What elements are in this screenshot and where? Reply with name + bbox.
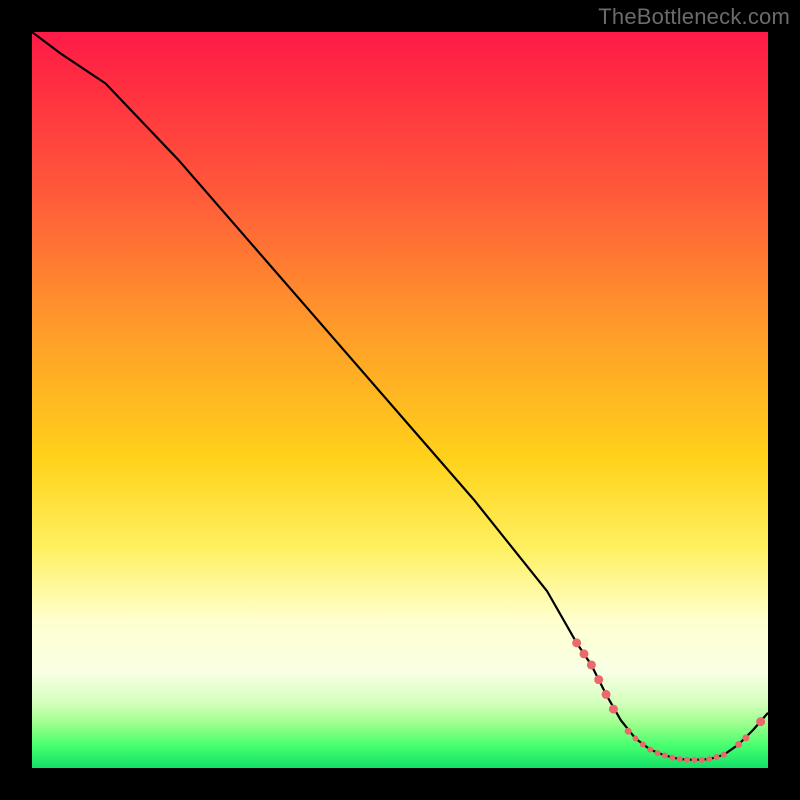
data-marker [594,675,603,684]
data-marker [647,747,653,753]
data-marker [625,728,632,735]
data-marker [572,638,581,647]
data-marker [735,741,742,748]
data-marker [699,757,705,763]
data-marker [742,734,749,741]
data-marker [633,736,639,742]
data-marker [602,690,611,699]
curve-svg [32,32,768,768]
data-marker [691,757,697,763]
marker-layer [572,638,765,763]
attribution-label: TheBottleneck.com [598,4,790,30]
data-marker [669,755,675,761]
data-marker [580,649,589,658]
data-marker [677,756,683,762]
plot-area [32,32,768,768]
data-marker [684,757,690,763]
data-marker [640,741,646,747]
data-marker [662,752,668,758]
data-marker [609,705,618,714]
data-marker [756,717,765,726]
data-marker [655,750,661,756]
chart-container: TheBottleneck.com [0,0,800,800]
data-marker [706,756,712,762]
data-marker [721,752,727,758]
bottleneck-curve-line [32,32,768,760]
data-marker [713,754,719,760]
data-marker [587,660,596,669]
